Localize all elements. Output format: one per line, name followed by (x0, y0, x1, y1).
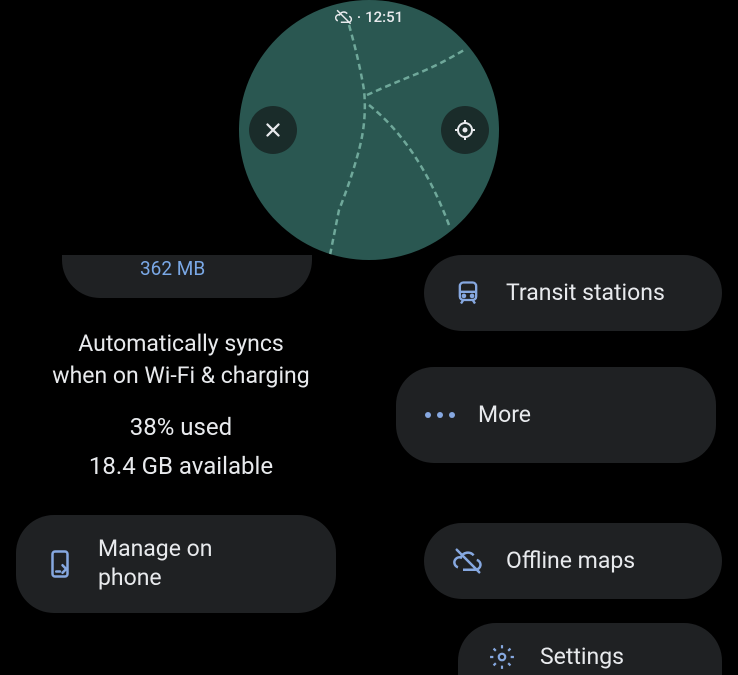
map-watchface-preview: · 12:51 (239, 0, 499, 260)
offline-maps-item[interactable]: Offline maps (424, 523, 722, 599)
available-space: 18.4 GB available (16, 447, 346, 485)
right-column: Transit stations More Offline maps Setti… (402, 255, 722, 675)
more-label: More (478, 401, 531, 430)
watch-status-bar: · 12:51 (335, 8, 403, 26)
status-separator: · (357, 8, 361, 26)
settings-label: Settings (540, 643, 624, 672)
phone-sync-icon (42, 546, 78, 582)
more-item[interactable]: More (396, 367, 716, 463)
location-crosshair-icon (453, 118, 477, 142)
cloud-off-icon (335, 8, 353, 26)
storage-item[interactable]: 362 MB (62, 255, 312, 298)
left-column: 362 MB Automatically syncs when on Wi-Fi… (16, 255, 346, 613)
storage-size-label: 362 MB (140, 257, 286, 280)
transit-stations-item[interactable]: Transit stations (424, 255, 722, 331)
manage-on-phone-label: Manage on phone (98, 535, 212, 593)
status-time: 12:51 (365, 8, 403, 26)
recenter-button[interactable] (441, 106, 489, 154)
sync-description: Automatically syncs when on Wi-Fi & char… (16, 328, 346, 392)
close-button[interactable] (249, 106, 297, 154)
transit-stations-label: Transit stations (506, 279, 665, 308)
sync-line-1: Automatically syncs (16, 328, 346, 360)
percent-used: 38% used (16, 408, 346, 446)
offline-maps-label: Offline maps (506, 547, 635, 576)
transit-icon (450, 275, 486, 311)
manage-on-phone-button[interactable]: Manage on phone (16, 515, 336, 613)
storage-usage: 38% used 18.4 GB available (16, 408, 346, 485)
more-icon (422, 397, 458, 433)
sync-line-2: when on Wi-Fi & charging (16, 360, 346, 392)
gear-icon (484, 639, 520, 675)
close-icon (262, 119, 284, 141)
cloud-off-icon (450, 543, 486, 579)
